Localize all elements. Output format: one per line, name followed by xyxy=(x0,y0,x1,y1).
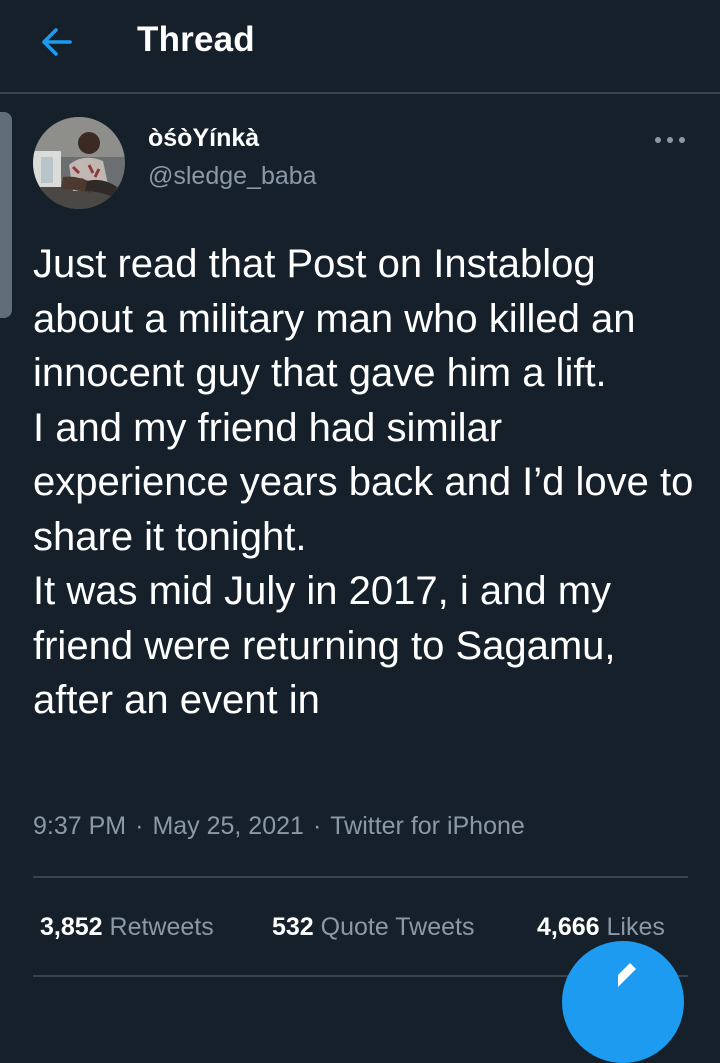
author-display-name[interactable]: òśòYínkà xyxy=(148,123,259,153)
likes-stat[interactable]: 4,666 Likes xyxy=(537,910,665,944)
likes-label: Likes xyxy=(606,913,665,941)
tweet-meta: 9:37 PM · May 25, 2021 · Twitter for iPhone xyxy=(33,809,525,843)
retweets-count: 3,852 xyxy=(40,913,103,941)
likes-count: 4,666 xyxy=(537,913,600,941)
arrow-left-icon xyxy=(42,28,72,56)
quote-tweets-count: 532 xyxy=(272,913,314,941)
more-dots-icon xyxy=(655,137,685,143)
tweet-time[interactable]: 9:37 PM xyxy=(33,812,126,840)
tweet-text: Just read that Post on Instablog about a… xyxy=(33,242,694,722)
retweets-stat[interactable]: 3,852 Retweets xyxy=(40,910,214,944)
quote-tweets-stat[interactable]: 532 Quote Tweets xyxy=(272,910,474,944)
top-bar: Thread xyxy=(0,0,720,94)
compose-tweet-icon xyxy=(618,963,636,987)
page-title: Thread xyxy=(137,20,255,59)
more-options-button[interactable] xyxy=(646,126,694,154)
quote-tweets-label: Quote Tweets xyxy=(320,913,475,941)
divider xyxy=(33,876,688,878)
tweet-date[interactable]: May 25, 2021 xyxy=(152,812,304,840)
meta-separator: · xyxy=(312,812,322,840)
retweets-label: Retweets xyxy=(109,913,214,941)
author-handle[interactable]: @sledge_baba xyxy=(148,160,317,192)
meta-separator: · xyxy=(135,812,144,840)
back-button[interactable] xyxy=(30,20,86,64)
compose-tweet-button[interactable] xyxy=(562,941,684,1063)
avatar[interactable] xyxy=(33,117,125,209)
scroll-handle[interactable] xyxy=(0,112,12,318)
tweet-source[interactable]: Twitter for iPhone xyxy=(330,812,525,840)
